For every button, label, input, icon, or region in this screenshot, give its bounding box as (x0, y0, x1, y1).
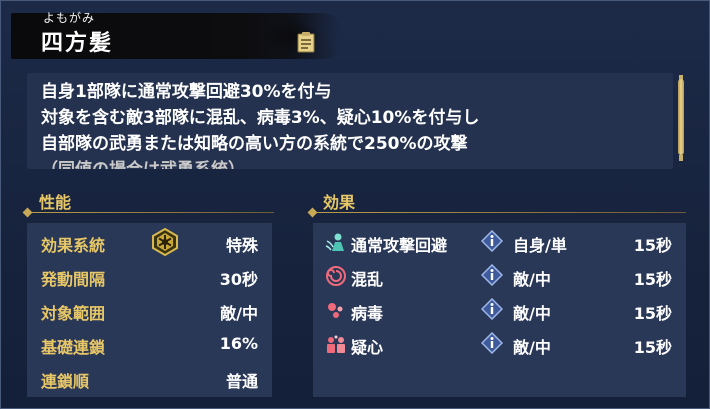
description-line: 対象を含む敵3部隊に混乱、病毒3%、疑心10%を付与し (41, 108, 480, 128)
hex-badge-icon (152, 228, 178, 256)
effect-row[interactable]: 疑心 敵/中 15秒 (313, 327, 686, 361)
stat-value: 16% (219, 334, 258, 353)
scrollbar-bottom-cap (679, 155, 683, 161)
effects-box: 通常攻撃回避 自身/単 15秒 混乱 敵/中 15秒 病毒 敵/中 15秒 疑心… (313, 223, 686, 397)
stat-row: 効果系統 特殊 (27, 225, 272, 259)
info-icon[interactable] (481, 332, 503, 354)
stat-value: 特殊 (225, 236, 258, 255)
description-line: （同値の場合は武勇系統） (41, 157, 659, 169)
effect-row[interactable]: 混乱 敵/中 15秒 (313, 259, 686, 293)
stat-label: 対象範囲 (41, 304, 106, 323)
effect-name: 混乱 (351, 270, 384, 289)
effect-duration: 15秒 (633, 270, 672, 289)
stat-row: 対象範囲 敵/中 (27, 293, 272, 327)
skill-title: 四方髪 (41, 31, 114, 56)
effect-row[interactable]: 病毒 敵/中 15秒 (313, 293, 686, 327)
stat-row: 基礎連鎖 16% (27, 327, 272, 361)
description-line: 自身1部隊に通常攻撃回避30%を付与 (41, 82, 332, 102)
skill-detail-panel: よもがみ 四方髪 自身1部隊に通常攻撃回避30%を付与 対象を含む敵3部隊に混乱… (0, 0, 710, 409)
description-scrollbar[interactable] (677, 75, 685, 161)
effect-target: 敵/中 (513, 304, 551, 323)
effect-target: 敵/中 (513, 338, 551, 357)
stat-label: 基礎連鎖 (41, 338, 106, 357)
info-icon[interactable] (481, 264, 503, 286)
effect-name: 通常攻撃回避 (351, 236, 448, 255)
effect-target: 敵/中 (513, 270, 551, 289)
effect-target: 自身/単 (513, 236, 567, 255)
stats-heading: 性能 (39, 193, 72, 212)
stat-value: 普通 (225, 372, 258, 391)
info-icon[interactable] (481, 230, 503, 252)
effect-duration: 15秒 (633, 236, 672, 255)
suspicion-icon (327, 335, 345, 353)
stat-label: 連鎖順 (41, 372, 90, 391)
skill-description: 自身1部隊に通常攻撃回避30%を付与 対象を含む敵3部隊に混乱、病毒3%、疑心1… (27, 73, 673, 169)
effect-name: 疑心 (351, 338, 384, 357)
effect-duration: 15秒 (633, 338, 672, 357)
effects-heading-underline (316, 212, 686, 213)
stat-value: 敵/中 (220, 304, 258, 323)
title-furigana: よもがみ (43, 11, 96, 25)
scrollbar-thumb[interactable] (678, 79, 684, 155)
stat-row: 連鎖順 普通 (27, 361, 272, 395)
stat-label: 発動間隔 (41, 270, 106, 289)
document-icon[interactable] (296, 31, 316, 53)
stat-label: 効果系統 (41, 236, 106, 255)
poison-icon (328, 303, 343, 318)
info-icon[interactable] (481, 298, 503, 320)
stats-heading-underline (31, 212, 274, 213)
effect-name: 病毒 (351, 304, 384, 323)
stats-box: 効果系統 特殊 発動間隔 30秒 対象範囲 敵/中 基礎連鎖 16% 連鎖順 普… (27, 223, 272, 397)
description-line: 自部隊の武勇または知略の高い方の系統で250%の攻撃 (41, 134, 468, 154)
stat-row: 発動間隔 30秒 (27, 259, 272, 293)
confusion-icon (326, 266, 346, 286)
stat-value: 30秒 (219, 270, 258, 289)
effects-heading: 効果 (323, 193, 356, 212)
effect-row[interactable]: 通常攻撃回避 自身/単 15秒 (313, 225, 686, 259)
evade-icon (325, 233, 344, 251)
effect-duration: 15秒 (633, 304, 672, 323)
